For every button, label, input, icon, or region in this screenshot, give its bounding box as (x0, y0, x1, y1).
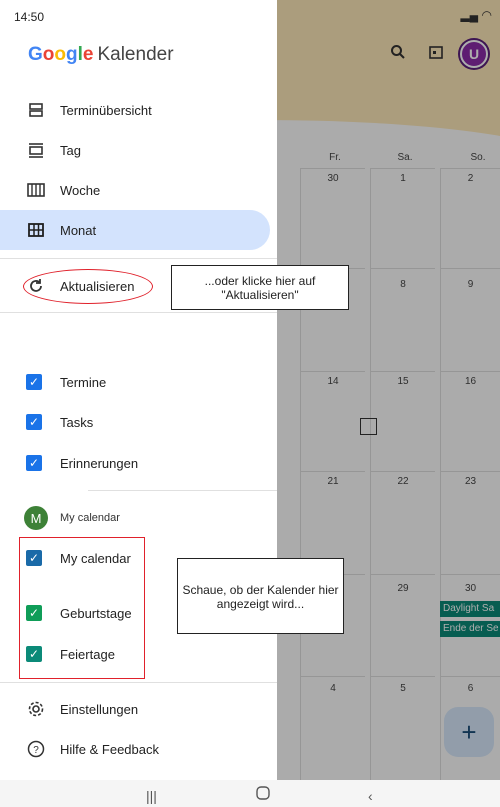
annotation-refresh: ...oder klicke hier auf "Aktualisieren" (171, 265, 349, 310)
filter-label: Erinnerungen (60, 455, 139, 471)
logo-kalender: Kalender (97, 44, 174, 65)
back-icon[interactable]: ‹ (368, 788, 373, 804)
view-month[interactable]: Monat (0, 210, 270, 250)
highlight-rect (19, 537, 145, 679)
home-icon[interactable] (256, 786, 270, 803)
view-week[interactable]: Woche (0, 170, 270, 210)
account-header: M My calendar (24, 506, 120, 530)
gear-icon (26, 699, 46, 719)
app-logo: Google Kalender (28, 44, 174, 66)
view-label: Tag (60, 142, 81, 158)
help-button[interactable]: ? Hilfe & Feedback (0, 729, 270, 769)
check-icon[interactable]: ✓ (26, 455, 42, 471)
divider (0, 258, 277, 259)
filter-tasks[interactable]: ✓ Tasks (0, 402, 270, 442)
recents-icon[interactable]: ||| (146, 788, 157, 804)
system-nav-bar (0, 780, 500, 807)
view-label: Monat (60, 222, 97, 238)
check-icon[interactable]: ✓ (26, 374, 42, 390)
status-time: 14:50 (14, 10, 45, 24)
view-day[interactable]: Tag (0, 130, 270, 170)
filter-reminders[interactable]: ✓ Erinnerungen (0, 443, 270, 483)
svg-text:?: ? (33, 745, 39, 756)
divider (88, 490, 277, 491)
divider (0, 312, 277, 313)
filter-label: Termine (60, 374, 107, 390)
filter-label: Tasks (60, 414, 94, 430)
account-avatar: M (24, 506, 48, 530)
month-icon (26, 220, 46, 240)
help-icon: ? (26, 739, 46, 759)
view-label: Terminübersicht (60, 102, 152, 118)
week-icon (26, 180, 46, 200)
view-label: Woche (60, 182, 101, 198)
settings-label: Einstellungen (60, 701, 139, 717)
highlight-oval (23, 269, 153, 304)
day-icon (26, 140, 46, 160)
settings-button[interactable]: Einstellungen (0, 689, 270, 729)
divider (0, 682, 277, 683)
view-schedule[interactable]: Terminübersicht (0, 90, 270, 130)
annotation-calendar: Schaue, ob der Kalender hier angezeigt w… (177, 558, 344, 634)
account-label: My calendar (60, 512, 120, 524)
check-icon[interactable]: ✓ (26, 414, 42, 430)
schedule-icon (26, 100, 46, 120)
logo-google: Google (28, 44, 94, 65)
filter-events[interactable]: ✓ Termine (0, 362, 270, 402)
help-label: Hilfe & Feedback (60, 741, 159, 757)
annotation-marker (360, 418, 377, 435)
